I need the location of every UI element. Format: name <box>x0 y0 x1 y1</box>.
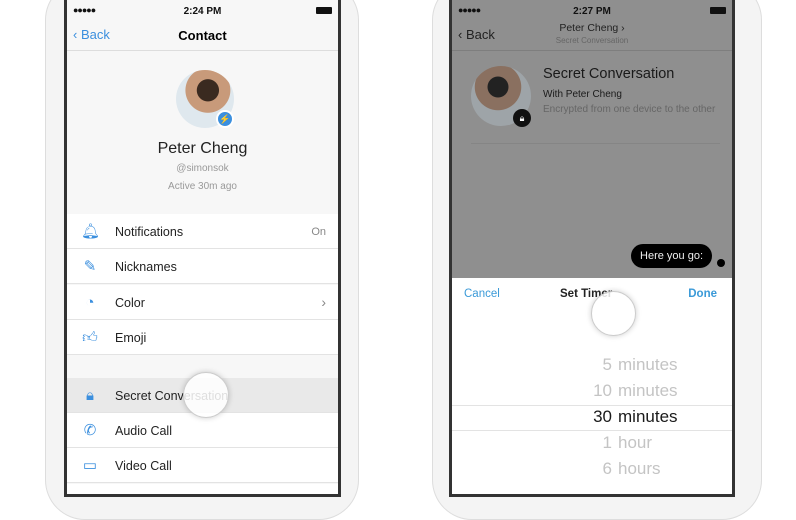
lock-icon: 🔒︎ <box>86 387 94 404</box>
picker-option[interactable]: 1 hour <box>452 433 732 457</box>
nav-bar: ‹ Back Peter Cheng › Secret Conversation <box>452 22 732 51</box>
active-status: Active 30m ago <box>168 181 237 192</box>
conversation-title[interactable]: Peter Cheng › <box>452 22 732 34</box>
secret-conversation-screen: ●●●●● 2:27 PM ‹ Back Peter Cheng › Secre… <box>449 0 735 497</box>
delivered-check-icon <box>717 259 725 267</box>
message-bubble[interactable]: Here you go: <box>631 244 712 268</box>
phone-icon: ✆ <box>83 422 97 439</box>
contact-screen: ●●●●● 2:24 PM ‹ Back Contact ⚡ Peter Che… <box>64 0 341 497</box>
row-label: Notifications <box>115 225 184 239</box>
secret-description: Encrypted from one device to the other <box>543 104 716 115</box>
status-time: 2:24 PM <box>183 6 222 17</box>
cancel-button[interactable]: Cancel <box>464 288 500 300</box>
page-title: Contact <box>178 28 227 43</box>
palette-icon: ◔ <box>85 294 95 311</box>
contact-username: @simonsok <box>176 163 229 174</box>
row-partial <box>67 484 338 494</box>
bell-icon: 🔔︎ <box>81 223 101 240</box>
status-bar: ●●●●● 2:27 PM <box>452 0 732 22</box>
contact-name: Peter Cheng <box>157 140 248 157</box>
battery-icon <box>316 7 332 14</box>
status-bar: ●●●●● 2:24 PM <box>67 0 338 22</box>
conversation-subtitle: Secret Conversation <box>555 36 629 45</box>
row-label: Emoji <box>115 331 147 345</box>
picker-option[interactable]: 10 minutes <box>452 381 732 405</box>
status-time: 2:27 PM <box>573 6 611 17</box>
pencil-icon: ✎ <box>83 258 97 275</box>
touch-indicator <box>591 291 636 336</box>
video-icon: ▭ <box>82 457 98 474</box>
row-emoji[interactable]: 👍︎ Emoji <box>67 320 338 355</box>
battery-icon <box>710 7 726 14</box>
secret-with: With Peter Cheng <box>543 89 622 100</box>
row-label: Audio Call <box>115 424 172 438</box>
row-label: Video Call <box>115 459 172 473</box>
chevron-right-icon: › <box>321 294 326 310</box>
picker-option-selected[interactable]: 30 minutes <box>452 407 732 431</box>
nav-bar: ‹ Back Contact <box>67 22 338 51</box>
picker-option[interactable]: 6 hours <box>452 459 732 483</box>
row-color[interactable]: ◔ Color › <box>67 285 338 320</box>
picker-option[interactable]: 5 minutes <box>452 355 732 379</box>
row-label: Nicknames <box>115 260 177 274</box>
row-audio-call[interactable]: ✆ Audio Call <box>67 413 338 448</box>
thumbs-up-icon: 👍︎ <box>82 329 98 346</box>
row-video-call[interactable]: ▭ Video Call <box>67 448 338 483</box>
lock-badge-icon: 🔒︎ <box>513 109 531 127</box>
row-notifications[interactable]: 🔔︎ Notifications On <box>67 214 338 249</box>
divider <box>471 143 720 144</box>
row-value: On <box>311 226 326 238</box>
touch-indicator <box>183 372 229 418</box>
messenger-badge-icon: ⚡ <box>216 110 234 128</box>
row-label: Color <box>115 296 145 310</box>
done-button[interactable]: Done <box>688 288 717 300</box>
row-nicknames[interactable]: ✎ Nicknames <box>67 249 338 284</box>
secret-title: Secret Conversation <box>543 66 675 82</box>
